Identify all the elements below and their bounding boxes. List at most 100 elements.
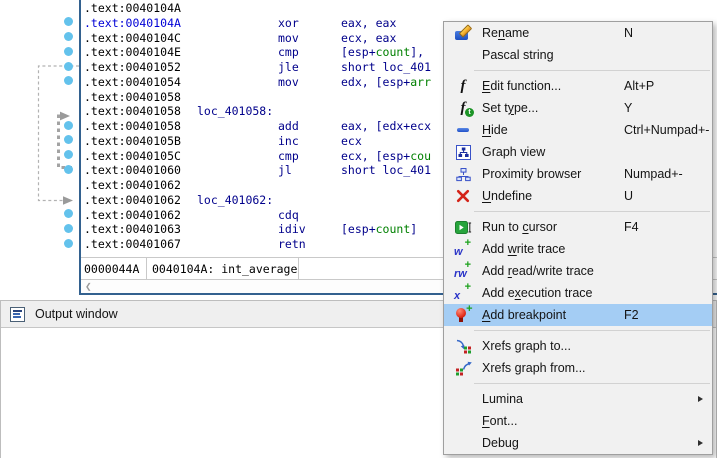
address: .text:0040104A [84, 16, 181, 31]
address: .text:0040104E [84, 45, 181, 60]
menu-item-undefine[interactable]: UndefineU [444, 185, 712, 207]
address: .text:00401063 [84, 222, 181, 237]
menu-item-run-to-cursor[interactable]: Run to cursorF4 [444, 216, 712, 238]
menu-item-shortcut: Alt+P [624, 79, 712, 93]
menu-item-graph-view[interactable]: Graph view [444, 141, 712, 163]
menu-item-label: Font... [482, 414, 624, 428]
mnemonic: retn [278, 237, 306, 252]
address: .text:0040104A [84, 1, 181, 16]
operands: ecx, [esp+cou [341, 149, 431, 164]
address: .text:00401062 [84, 193, 181, 208]
menu-item-label: Edit function... [482, 79, 624, 93]
menu-item-label: Set type... [482, 101, 624, 115]
output-window-icon [10, 307, 25, 322]
menu-item-label: Graph view [482, 145, 624, 159]
menu-item-label: Add execution trace [482, 286, 624, 300]
mnemonic: xor [278, 16, 299, 31]
menu-item-add-breakpoint[interactable]: +Add breakpointF2 [444, 304, 712, 326]
menu-item-shortcut: Y [624, 101, 712, 115]
menu-item-shortcut: F2 [624, 308, 712, 322]
operands: eax, [edx+ecx [341, 119, 431, 134]
operands: short loc_401 [341, 163, 431, 178]
edit-function-icon: f [444, 78, 482, 94]
undefine-icon [444, 189, 482, 203]
operands: edx, [esp+arr [341, 75, 431, 90]
menu-item-label: Debug [482, 436, 624, 450]
submenu-arrow-icon [698, 440, 703, 446]
mnemonic: jle [278, 60, 299, 75]
listing-row[interactable]: .text:0040104A [0, 1, 717, 16]
mnemonic: inc [278, 134, 299, 149]
submenu-arrow-icon [698, 396, 703, 402]
address: .text:00401058 [84, 119, 181, 134]
run-cursor-icon [444, 220, 482, 235]
menu-item-label: Xrefs graph from... [482, 361, 624, 375]
address: .text:00401067 [84, 237, 181, 252]
address: .text:0040105C [84, 149, 181, 164]
set-type-icon: ft [444, 100, 482, 116]
menu-item-hide[interactable]: HideCtrl+Numpad+- [444, 119, 712, 141]
menu-item-label: Xrefs graph to... [482, 339, 624, 353]
menu-item-xrefs-graph-to[interactable]: Xrefs graph to... [444, 335, 712, 357]
address: .text:0040104C [84, 31, 181, 46]
breakpoint-icon: + [444, 307, 482, 323]
menu-item-label: Add write trace [482, 242, 624, 256]
ida-screenshot-root: .text:0040104A.text:0040104A xor eax, eax.… [0, 0, 717, 458]
status-address-function: 0040104A: int_average [152, 258, 297, 280]
address: .text:00401058 [84, 104, 181, 119]
rename-icon [444, 25, 482, 41]
menu-item-shortcut: N [624, 26, 712, 40]
operands: [esp+count], [341, 45, 424, 60]
operands: eax, eax [341, 16, 396, 31]
menu-item-label: Hide [482, 123, 624, 137]
address: .text:00401062 [84, 178, 181, 193]
status-offset: 0000044A [84, 258, 139, 280]
menu-item-label: Run to cursor [482, 220, 624, 234]
label: loc_401058: [197, 104, 273, 119]
address: .text:00401058 [84, 90, 181, 105]
trace-rw-icon: rw+ [444, 263, 482, 279]
graph-view-icon [444, 145, 482, 160]
menu-item-add-read-write-trace[interactable]: rw+Add read/write trace [444, 260, 712, 282]
output-window-title: Output window [35, 307, 118, 321]
trace-w-icon: w+ [444, 241, 482, 257]
xrefs-from-icon [444, 361, 482, 376]
menu-item-proximity-browser[interactable]: Proximity browserNumpad+- [444, 163, 712, 185]
menu-item-rename[interactable]: RenameN [444, 22, 712, 44]
mnemonic: jl [278, 163, 292, 178]
menu-item-label: Pascal string [482, 48, 624, 62]
address: .text:00401060 [84, 163, 181, 178]
menu-item-shortcut: Ctrl+Numpad+- [624, 123, 712, 137]
operands: [esp+count] [341, 222, 417, 237]
scroll-left-arrow-icon[interactable]: ❮ [85, 282, 92, 291]
menu-item-font[interactable]: Font... [444, 410, 712, 432]
menu-separator [474, 70, 710, 71]
menu-item-add-write-trace[interactable]: w+Add write trace [444, 238, 712, 260]
hide-icon [444, 122, 482, 138]
address: .text:00401062 [84, 208, 181, 223]
menu-item-shortcut: F4 [624, 220, 712, 234]
proximity-icon [444, 167, 482, 182]
menu-item-label: Add breakpoint [482, 308, 624, 322]
status-separator [298, 258, 299, 279]
menu-item-xrefs-graph-from[interactable]: Xrefs graph from... [444, 357, 712, 379]
menu-item-set-type[interactable]: ftSet type...Y [444, 97, 712, 119]
mnemonic: cmp [278, 45, 299, 60]
address: .text:00401054 [84, 75, 181, 90]
menu-item-label: Proximity browser [482, 167, 624, 181]
operands: short loc_401 [341, 60, 431, 75]
menu-item-pascal-string[interactable]: Pascal string [444, 44, 712, 66]
menu-item-debug[interactable]: Debug [444, 432, 712, 454]
trace-x-icon: x+ [444, 285, 482, 301]
menu-item-add-execution-trace[interactable]: x+Add execution trace [444, 282, 712, 304]
menu-item-edit-function[interactable]: fEdit function...Alt+P [444, 75, 712, 97]
ida-view-left-border [79, 0, 81, 295]
operands: ecx, eax [341, 31, 396, 46]
menu-item-label: Undefine [482, 189, 624, 203]
mnemonic: add [278, 119, 299, 134]
xrefs-to-icon [444, 339, 482, 354]
mnemonic: cmp [278, 149, 299, 164]
label: loc_401062: [197, 193, 273, 208]
menu-separator [474, 383, 710, 384]
menu-item-lumina[interactable]: Lumina [444, 388, 712, 410]
